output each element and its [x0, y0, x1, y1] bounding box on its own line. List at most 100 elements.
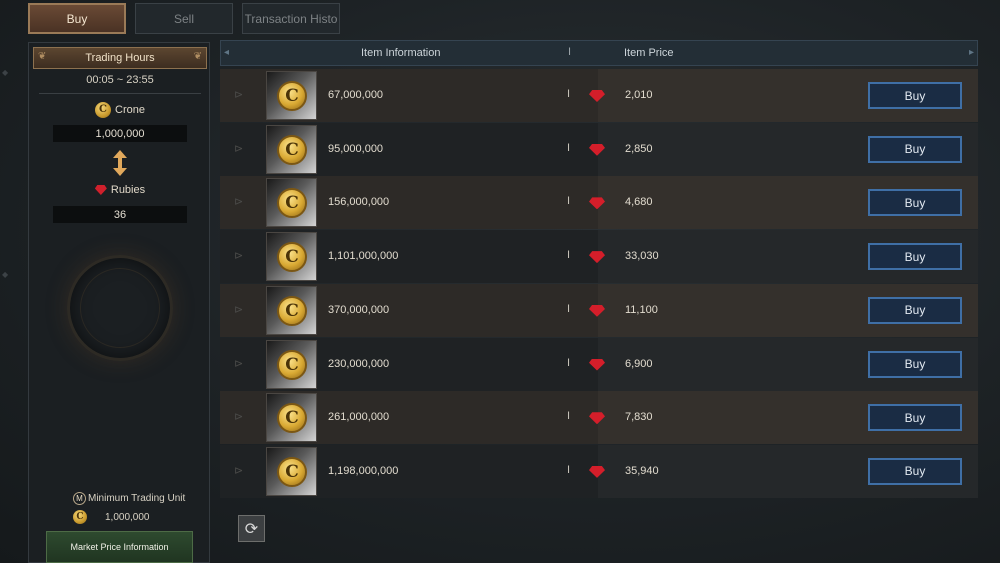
- item-thumbnail: C: [266, 124, 317, 174]
- table-row: ⊳ C 370,000,000 I 11,100 Buy: [220, 283, 978, 337]
- pin-icon[interactable]: ⊳: [234, 357, 248, 371]
- decorative-emblem-inner: [80, 268, 160, 348]
- item-price: 2,010: [625, 89, 653, 101]
- tab-buy-label: Buy: [66, 11, 88, 26]
- header-separator: I: [568, 46, 572, 58]
- row-separator: I: [567, 463, 571, 476]
- rubies-value: 36: [53, 206, 187, 223]
- buy-button-label: Buy: [904, 303, 926, 318]
- buy-button[interactable]: Buy: [868, 135, 962, 163]
- listing-table: ◂ Item Information I Item Price ▸ ⊳ C 67,0…: [220, 40, 978, 500]
- ornament-left-icon: ❦: [38, 51, 47, 62]
- crone-label-row: C Crone: [29, 102, 211, 118]
- item-thumbnail: C: [266, 393, 317, 443]
- market-price-information-button[interactable]: Market Price Information: [46, 531, 193, 563]
- decorative-mark: ◆: [2, 270, 9, 279]
- table-row: ⊳ C 1,198,000,000 I 35,940 Buy: [220, 444, 978, 498]
- crone-coin-icon: C: [277, 456, 307, 487]
- buy-button[interactable]: Buy: [868, 404, 962, 432]
- buy-button[interactable]: Buy: [868, 82, 962, 109]
- table-row: ⊳ C 156,000,000 I 4,680 Buy: [220, 176, 978, 230]
- min-trading-unit-label: Minimum Trading Unit: [88, 493, 186, 504]
- row-separator: I: [567, 302, 571, 315]
- crone-coin-icon: C: [95, 102, 112, 118]
- item-thumbnail: C: [266, 285, 317, 335]
- item-thumbnail: C: [266, 232, 317, 282]
- table-row: ⊳ C 230,000,000 I 6,900 Buy: [220, 337, 978, 391]
- exchange-info-panel: ❦ Trading Hours ❦ 00:05 ~ 23:55 C Crone …: [28, 42, 210, 563]
- buy-button[interactable]: Buy: [868, 296, 962, 324]
- tab-transaction-history[interactable]: Transaction Histo: [242, 3, 340, 34]
- header-item-information: Item Information: [361, 47, 441, 59]
- trading-hours-value: 00:05 ~ 23:55: [86, 74, 154, 86]
- crone-coin-icon: C: [277, 349, 307, 380]
- crone-coin-icon: C: [277, 403, 307, 434]
- item-thumbnail: C: [266, 178, 317, 228]
- item-amount: 230,000,000: [328, 357, 390, 370]
- row-separator: I: [567, 249, 571, 262]
- pin-icon[interactable]: ⊳: [234, 410, 248, 424]
- header-item-price: Item Price: [624, 47, 674, 59]
- pin-icon[interactable]: ⊳: [234, 249, 248, 263]
- ruby-icon: [94, 185, 107, 195]
- crone-coin-icon: C: [277, 188, 307, 219]
- buy-button[interactable]: Buy: [868, 350, 962, 378]
- item-amount: 156,000,000: [328, 196, 390, 209]
- table-row: ⊳ C 261,000,000 I 7,830 Buy: [220, 391, 978, 445]
- ornament-right-icon: ❦: [193, 51, 202, 62]
- pin-icon[interactable]: ⊳: [234, 464, 248, 478]
- scroll-right-icon[interactable]: ▸: [969, 47, 974, 58]
- buy-button[interactable]: Buy: [868, 457, 962, 485]
- info-m-icon: M: [73, 492, 86, 505]
- item-price: 35,940: [625, 464, 659, 477]
- decorative-mark: ◆: [2, 68, 9, 77]
- buy-button[interactable]: Buy: [868, 189, 962, 217]
- market-price-information-label: Market Price Information: [70, 542, 169, 552]
- scroll-left-icon[interactable]: ◂: [224, 47, 229, 58]
- item-price: 11,100: [625, 303, 658, 316]
- row-separator: I: [567, 141, 571, 154]
- refresh-icon: ⟳: [244, 520, 259, 538]
- pin-icon[interactable]: ⊳: [234, 88, 248, 102]
- swap-arrow-icon: [113, 150, 127, 176]
- rubies-label: Rubies: [110, 184, 146, 196]
- crone-coin-icon: C: [73, 510, 87, 524]
- item-amount: 370,000,000: [328, 303, 390, 316]
- crone-label: Crone: [115, 104, 145, 116]
- item-price: 6,900: [625, 357, 653, 370]
- item-amount: 261,000,000: [328, 411, 390, 424]
- row-separator: I: [567, 195, 571, 208]
- pin-icon[interactable]: ⊳: [234, 195, 248, 209]
- crone-coin-icon: C: [277, 242, 307, 273]
- row-separator: I: [567, 356, 571, 369]
- item-thumbnail: C: [266, 71, 317, 120]
- item-price: 33,030: [625, 250, 659, 263]
- pin-icon[interactable]: ⊳: [234, 142, 248, 156]
- table-row: ⊳ C 1,101,000,000 I 33,030 Buy: [220, 230, 978, 284]
- decorative-emblem: [67, 255, 173, 361]
- trading-hours-header: ❦ Trading Hours ❦: [33, 47, 207, 69]
- min-trading-unit-row: M Minimum Trading Unit: [73, 492, 185, 505]
- divider: [39, 93, 201, 94]
- table-header: ◂ Item Information I Item Price ▸: [220, 40, 978, 66]
- row-separator: I: [567, 410, 571, 423]
- item-price: 4,680: [625, 196, 653, 209]
- tab-sell-label: Sell: [173, 11, 194, 26]
- tab-buy[interactable]: Buy: [28, 3, 126, 34]
- item-thumbnail: C: [266, 446, 317, 496]
- row-separator: I: [567, 88, 571, 100]
- pin-icon[interactable]: ⊳: [234, 303, 248, 317]
- refresh-button[interactable]: ⟳: [238, 515, 265, 542]
- tab-sell[interactable]: Sell: [135, 3, 233, 34]
- item-price: 2,850: [625, 142, 653, 155]
- table-row: ⊳ C 67,000,000 I 2,010 Buy: [220, 69, 978, 122]
- min-trading-unit-value-row: C 1,000,000: [73, 510, 150, 524]
- buy-button-label: Buy: [904, 357, 926, 371]
- crone-coin-icon: C: [277, 295, 307, 326]
- trading-hours-label: Trading Hours: [85, 52, 155, 64]
- buy-button-label: Buy: [904, 464, 926, 479]
- crone-value: 1,000,000: [53, 125, 187, 142]
- item-amount: 1,101,000,000: [328, 250, 399, 263]
- buy-button-label: Buy: [904, 195, 926, 210]
- buy-button[interactable]: Buy: [868, 243, 962, 271]
